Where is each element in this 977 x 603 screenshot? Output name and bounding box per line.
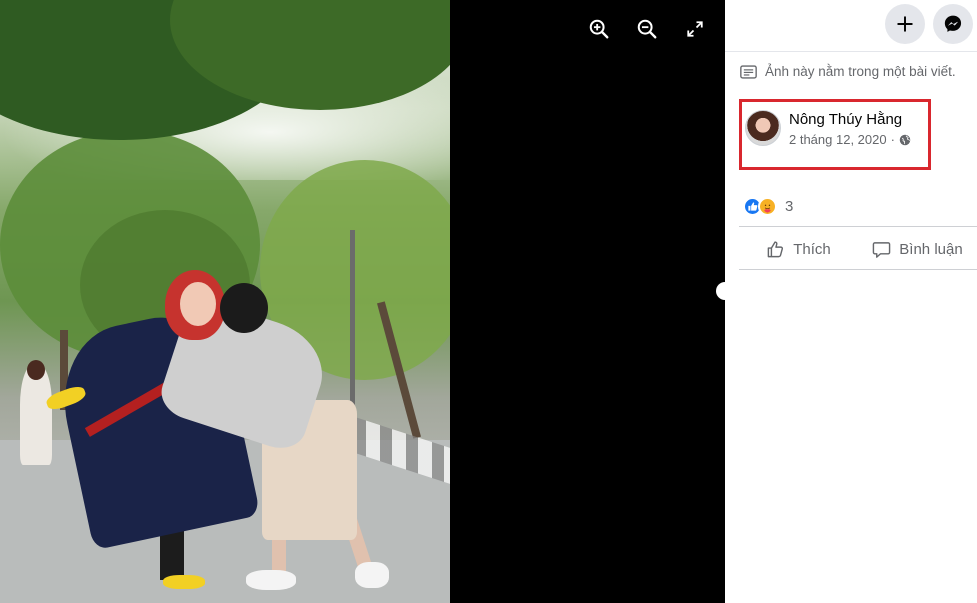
comment-icon xyxy=(873,241,891,258)
background-person xyxy=(20,365,52,465)
reactions-summary[interactable]: 3 xyxy=(743,197,793,216)
globe-icon[interactable] xyxy=(899,134,911,146)
post-date[interactable]: 2 tháng 12, 2020 xyxy=(789,132,887,147)
reaction-count: 3 xyxy=(785,198,794,215)
messenger-icon xyxy=(944,15,962,32)
yellow-sandal xyxy=(163,575,205,589)
care-reaction-icon xyxy=(758,197,777,216)
post-panel: Ảnh này nằm trong một bài viết. Nông Thú… xyxy=(725,0,977,603)
zoom-out-icon[interactable] xyxy=(634,16,660,42)
comment-button[interactable]: Bình luận xyxy=(858,229,977,269)
like-label: Thích xyxy=(793,240,831,258)
white-sneaker xyxy=(355,562,389,588)
author-avatar[interactable] xyxy=(745,110,781,146)
zoom-in-icon[interactable] xyxy=(586,16,612,42)
post-meta: 2 tháng 12, 2020 · xyxy=(789,132,911,147)
post-actions: Thích Bình luận xyxy=(739,229,977,269)
divider xyxy=(739,226,977,227)
thumbs-up-icon xyxy=(767,240,784,257)
background-person-hair xyxy=(27,360,45,380)
post-note-icon xyxy=(740,64,757,79)
messenger-button[interactable] xyxy=(933,4,973,44)
create-button[interactable] xyxy=(885,4,925,44)
comment-label: Bình luận xyxy=(899,240,963,258)
panel-topbar xyxy=(725,0,977,52)
plus-icon xyxy=(897,16,913,32)
post-note: Ảnh này nằm trong một bài viết. xyxy=(740,64,956,79)
dark-hair xyxy=(220,283,268,333)
author-name[interactable]: Nông Thúy Hằng xyxy=(789,111,902,128)
smiling-face xyxy=(180,282,216,326)
viewer-edge-dot xyxy=(716,282,725,300)
white-sneaker xyxy=(246,570,296,590)
fullscreen-icon[interactable] xyxy=(682,16,708,42)
divider xyxy=(739,269,977,270)
meta-separator: · xyxy=(890,132,895,147)
photo-viewer xyxy=(0,0,725,603)
post-note-text: Ảnh này nằm trong một bài viết. xyxy=(765,64,956,79)
post-photo[interactable] xyxy=(0,0,450,603)
like-button[interactable]: Thích xyxy=(739,229,858,269)
